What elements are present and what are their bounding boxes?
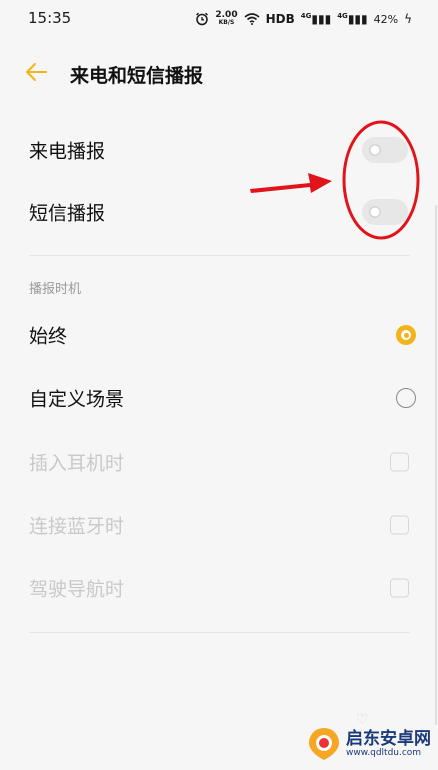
watermark-logo-icon [309,728,339,760]
annotation-ellipse [342,120,420,240]
watermark-title: 启东安卓网 [346,729,431,749]
watermark-url: www.qdltdu.com [346,748,422,758]
annotation-overlay [250,120,420,240]
watermark: 启东安卓网 www.qdltdu.com [306,726,431,762]
watermark-text: 启东安卓网 www.qdltdu.com [346,730,431,758]
annotation-arrow [250,173,332,193]
